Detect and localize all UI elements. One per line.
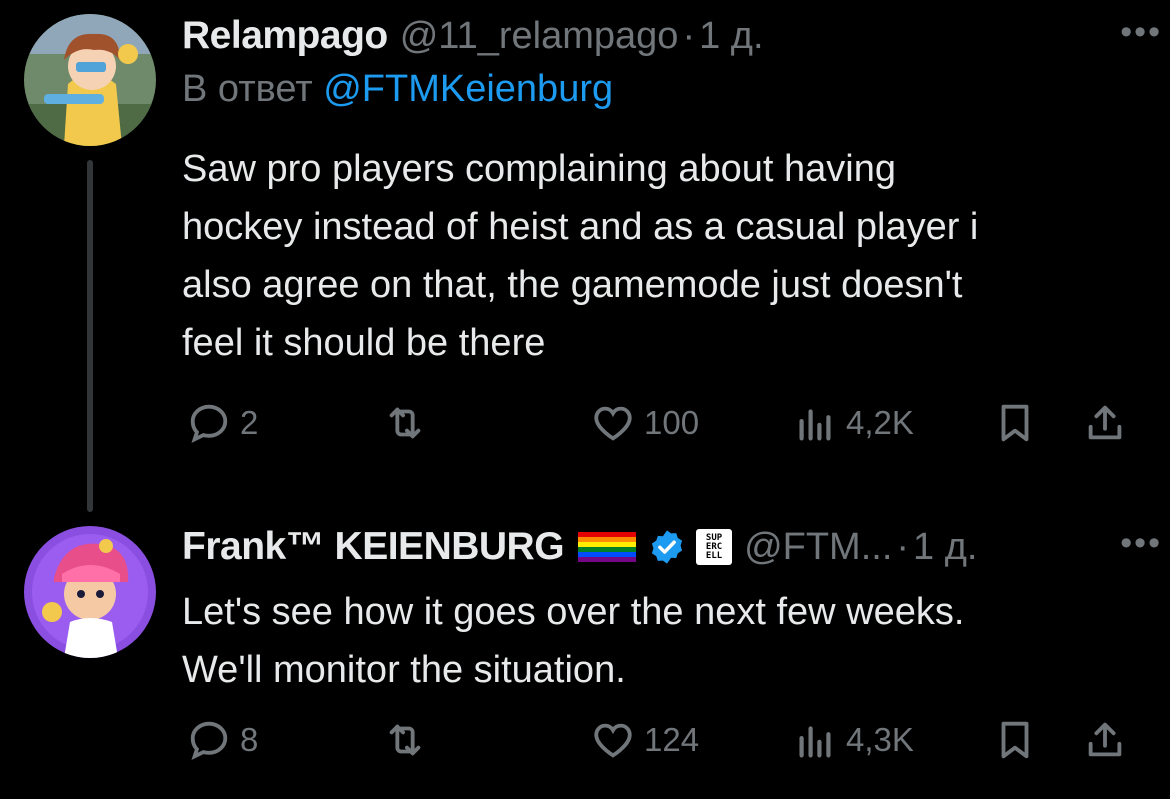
more-icon[interactable]: ••• [1120,526,1162,560]
timestamp[interactable]: 1 д. [913,526,977,569]
like-icon [594,406,632,441]
avatar-relampago[interactable] [24,14,156,146]
reply-prefix: В ответ [182,68,313,110]
retweet-icon [389,724,421,756]
tweet-frank-keienburg[interactable]: Frank™ KEIENBURG SUP ERC ELL @FTM... · 1… [0,505,1170,799]
reply-count: 8 [240,721,259,758]
bookmark-button[interactable] [992,715,1038,765]
like-count: 124 [644,721,700,758]
timestamp[interactable]: 1 д. [699,15,763,58]
share-icon [1088,722,1122,757]
author-name[interactable]: Frank™ KEIENBURG [182,525,565,569]
like-icon [594,723,632,758]
reply-button[interactable]: 2 [186,398,258,448]
views-count: 4,2K [846,404,914,441]
views-button[interactable]: 4,2K [792,398,914,448]
tweet-text: Let's see how it goes over the next few … [182,591,965,691]
views-icon [799,409,831,441]
share-icon [1088,405,1122,440]
action-bar: 2 100 4,2K [182,398,1142,448]
tweet-header: Frank™ KEIENBURG SUP ERC ELL @FTM... · 1… [182,521,1150,573]
retweet-button[interactable] [382,398,436,448]
avatar-frank-keienburg[interactable] [24,526,156,658]
bookmark-icon [1001,721,1029,759]
views-button[interactable]: 4,3K [792,715,914,765]
tweet-text: Saw pro players complaining about having… [182,148,979,364]
tweet-header: Relampago @11_relampago · 1 д. [182,10,1150,62]
reply-icon [190,721,228,760]
separator-dot: · [896,525,910,568]
author-name[interactable]: Relampago [182,14,388,58]
author-handle[interactable]: @11_relampago [400,15,679,58]
rainbow-flag-icon [578,532,637,562]
reply-count: 2 [240,404,259,441]
views-icon [799,726,831,758]
retweet-button[interactable] [382,715,436,765]
share-button[interactable] [1082,398,1128,448]
bookmark-icon [1001,404,1029,442]
like-button[interactable]: 100 [590,398,699,448]
more-icon[interactable]: ••• [1120,15,1162,49]
like-button[interactable]: 124 [590,715,699,765]
retweet-icon [389,407,421,439]
reply-button[interactable]: 8 [186,715,258,765]
thread-line [87,160,93,512]
author-handle[interactable]: @FTM... [744,526,892,569]
reply-context: В ответ @FTMKeienburg [182,68,1150,118]
affiliate-badge-text: SUP ERC ELL [705,532,723,561]
share-button[interactable] [1082,715,1128,765]
separator-dot: · [682,14,696,57]
supercell-affiliate-badge[interactable]: SUP ERC ELL [696,529,733,565]
like-count: 100 [644,404,700,441]
reply-mention-link[interactable]: @FTMKeienburg [323,68,613,110]
verified-icon[interactable] [648,528,686,566]
views-count: 4,3K [846,721,914,758]
tweet-relampago[interactable]: Relampago @11_relampago · 1 д. В ответ @… [0,0,1170,512]
action-bar: 8 124 4,3K [182,715,1142,765]
reply-icon [190,404,228,443]
bookmark-button[interactable] [992,398,1038,448]
